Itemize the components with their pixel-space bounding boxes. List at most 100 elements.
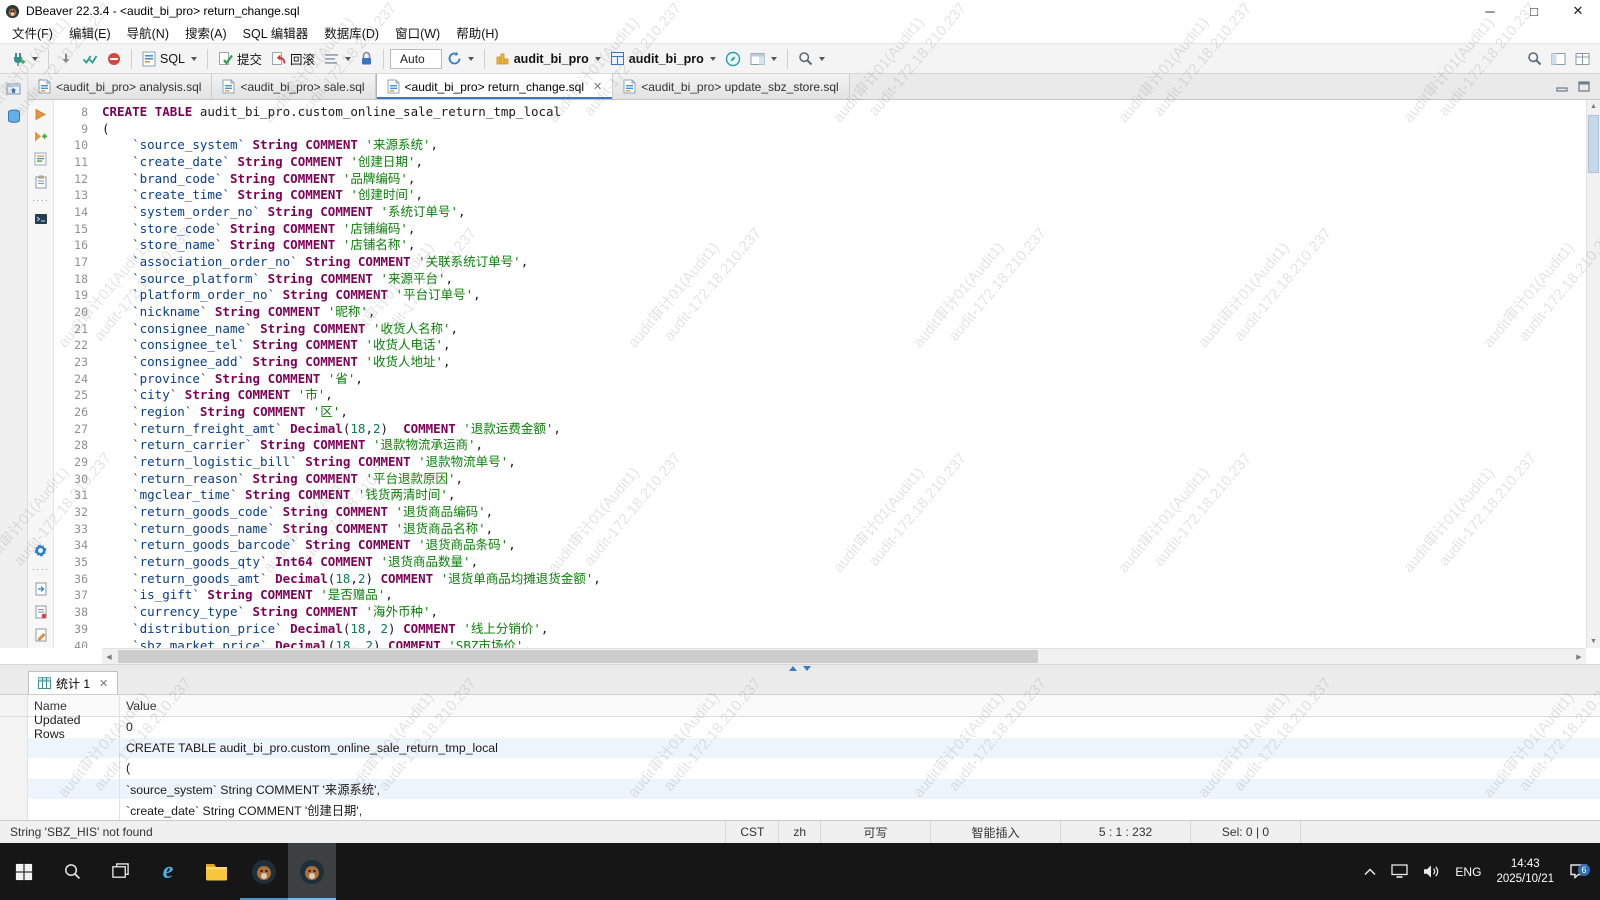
column-header-value[interactable]: Value	[120, 695, 1600, 716]
scroll-left-icon[interactable]: ◀	[102, 649, 116, 664]
volume-icon[interactable]	[1423, 864, 1440, 879]
close-icon[interactable]: ✕	[593, 80, 602, 93]
table-row[interactable]: `source_system` String COMMENT '来源系统',	[0, 779, 1600, 800]
code-line[interactable]: 10 `source_system` String COMMENT '来源系统'…	[54, 137, 1586, 154]
scroll-right-icon[interactable]: ▶	[1572, 649, 1586, 664]
dbeaver-taskbar-icon[interactable]	[240, 843, 288, 900]
tab-statistics[interactable]: 统计 1 ✕	[28, 671, 118, 694]
code-line[interactable]: 31 `mgclear_time` String COMMENT '钱货两清时间…	[54, 487, 1586, 504]
new-connection-button[interactable]	[6, 48, 42, 70]
tray-expand-icon[interactable]	[1364, 868, 1376, 876]
menu-database[interactable]: 数据库(D)	[316, 21, 387, 44]
scroll-down-icon[interactable]: ▼	[1587, 635, 1600, 648]
refresh-mode-select[interactable]: Auto	[390, 49, 442, 69]
code-line[interactable]: 39 `distribution_price` Decimal(18, 2) C…	[54, 621, 1586, 638]
code-line[interactable]: 26 `region` String COMMENT '区',	[54, 404, 1586, 421]
menu-window[interactable]: 窗口(W)	[387, 21, 448, 44]
network-icon[interactable]	[1391, 864, 1408, 879]
code-line[interactable]: 32 `return_goods_code` String COMMENT '退…	[54, 504, 1586, 521]
menu-file[interactable]: 文件(F)	[4, 21, 61, 44]
perspective-grid-button[interactable]	[1571, 49, 1594, 69]
tab-sale-sql[interactable]: <audit_bi_pro> sale.sql	[212, 74, 375, 99]
isolation-lock-button[interactable]	[356, 48, 377, 69]
code-line[interactable]: 34 `return_goods_barcode` String COMMENT…	[54, 537, 1586, 554]
close-icon[interactable]: ✕	[1556, 0, 1600, 22]
code-line[interactable]: 23 `consignee_add` String COMMENT '收货人地址…	[54, 354, 1586, 371]
maximize-panel-icon[interactable]	[1578, 81, 1590, 92]
tab-return-change-sql[interactable]: <audit_bi_pro> return_change.sql ✕	[376, 74, 614, 99]
code-line[interactable]: 9(	[54, 121, 1586, 138]
sql-console-icon[interactable]	[34, 213, 48, 225]
rollback-button[interactable]: 回滚	[267, 46, 319, 71]
vertical-scroll-thumb[interactable]	[1588, 115, 1599, 173]
search-button[interactable]	[794, 48, 829, 69]
database-selector[interactable]: audit_bi_pro	[491, 48, 605, 69]
code-line[interactable]: 8CREATE TABLE audit_bi_pro.custom_online…	[54, 104, 1586, 121]
code-line[interactable]: 24 `province` String COMMENT '省',	[54, 371, 1586, 388]
action-center-icon[interactable]: 6	[1569, 863, 1588, 880]
code-area[interactable]: 8CREATE TABLE audit_bi_pro.custom_online…	[54, 100, 1586, 648]
restore-view-icon[interactable]	[6, 82, 21, 95]
code-line[interactable]: 16 `store_name` String COMMENT '店铺名称',	[54, 237, 1586, 254]
tab-update-sbz-store-sql[interactable]: <audit_bi_pro> update_sbz_store.sql	[613, 74, 849, 99]
code-line[interactable]: 35 `return_goods_qty` Int64 COMMENT '退货商…	[54, 554, 1586, 571]
code-line[interactable]: 15 `store_code` String COMMENT '店铺编码',	[54, 221, 1586, 238]
horizontal-scroll-thumb[interactable]	[118, 650, 1038, 663]
minimize-icon[interactable]: ─	[1468, 0, 1512, 22]
file-explorer-icon[interactable]	[192, 843, 240, 900]
code-line[interactable]: 13 `create_time` String COMMENT '创建时间',	[54, 187, 1586, 204]
schema-selector[interactable]: audit_bi_pro	[606, 48, 720, 69]
export-script-icon[interactable]	[35, 582, 47, 596]
table-row[interactable]: CREATE TABLE audit_bi_pro.custom_online_…	[0, 738, 1600, 759]
dbeaver-taskbar-icon-active[interactable]	[288, 843, 336, 900]
execute-statement-icon[interactable]	[34, 108, 47, 121]
clock[interactable]: 14:43 2025/10/21	[1496, 857, 1554, 887]
code-line[interactable]: 11 `create_date` String COMMENT '创建日期',	[54, 154, 1586, 171]
code-line[interactable]: 18 `source_platform` String COMMENT '来源平…	[54, 271, 1586, 288]
internet-explorer-icon[interactable]: e	[144, 843, 192, 900]
minimize-panel-icon[interactable]	[1556, 81, 1568, 92]
editor-vertical-scrollbar[interactable]: ▲ ▼	[1586, 100, 1600, 648]
input-language-indicator[interactable]: ENG	[1455, 865, 1481, 879]
menu-help[interactable]: 帮助(H)	[448, 21, 506, 44]
gear-icon[interactable]	[33, 543, 48, 558]
status-cursor-position[interactable]: 5 : 1 : 232	[1060, 821, 1190, 843]
code-line[interactable]: 17 `association_order_no` String COMMENT…	[54, 254, 1586, 271]
commit-button[interactable]: 提交	[214, 46, 266, 71]
execute-new-tab-icon[interactable]	[34, 130, 48, 143]
menu-navigate[interactable]: 导航(N)	[119, 21, 177, 44]
code-line[interactable]: 40 `sbz_market_price` Decimal(18, 2) COM…	[54, 638, 1586, 649]
sql-editor-button[interactable]: SQL	[138, 48, 201, 70]
table-row[interactable]: `create_date` String COMMENT '创建日期',	[0, 799, 1600, 820]
fetch-data-button[interactable]	[55, 49, 77, 69]
code-line[interactable]: 19 `platform_order_no` String COMMENT '平…	[54, 287, 1586, 304]
code-line[interactable]: 22 `consignee_tel` String COMMENT '收货人电话…	[54, 337, 1586, 354]
maximize-icon[interactable]: □	[1512, 0, 1556, 22]
navigate-object-button[interactable]	[721, 48, 745, 70]
status-insert-mode[interactable]: 智能插入	[930, 821, 1060, 843]
refresh-button[interactable]	[443, 48, 478, 69]
menu-edit[interactable]: 编辑(E)	[61, 21, 119, 44]
commit-mode-button[interactable]	[78, 49, 102, 69]
database-navigator-icon[interactable]	[7, 109, 21, 124]
start-button[interactable]	[0, 843, 48, 900]
edit-template-icon[interactable]	[35, 628, 47, 642]
scroll-up-icon[interactable]: ▲	[1587, 100, 1600, 113]
code-line[interactable]: 27 `return_freight_amt` Decimal(18,2) CO…	[54, 421, 1586, 438]
code-line[interactable]: 14 `system_order_no` String COMMENT '系统订…	[54, 204, 1586, 221]
menu-search[interactable]: 搜索(A)	[177, 21, 235, 44]
code-line[interactable]: 12 `brand_code` String COMMENT '品牌编码',	[54, 171, 1586, 188]
explain-plan-icon[interactable]	[35, 175, 47, 189]
code-line[interactable]: 20 `nickname` String COMMENT '昵称',	[54, 304, 1586, 321]
save-as-icon[interactable]	[35, 605, 47, 619]
execute-script-icon[interactable]	[34, 152, 47, 166]
panel-sash[interactable]	[0, 664, 1600, 671]
transaction-log-button[interactable]	[320, 49, 355, 69]
code-line[interactable]: 25 `city` String COMMENT '市',	[54, 387, 1586, 404]
quick-search-button[interactable]	[1523, 48, 1546, 69]
table-row[interactable]: Updated Rows 0	[0, 717, 1600, 738]
taskbar-search-button[interactable]	[48, 843, 96, 900]
code-line[interactable]: 36 `return_goods_amt` Decimal(18,2) COMM…	[54, 571, 1586, 588]
table-row[interactable]: (	[0, 758, 1600, 779]
sash-down-icon[interactable]	[803, 666, 811, 671]
